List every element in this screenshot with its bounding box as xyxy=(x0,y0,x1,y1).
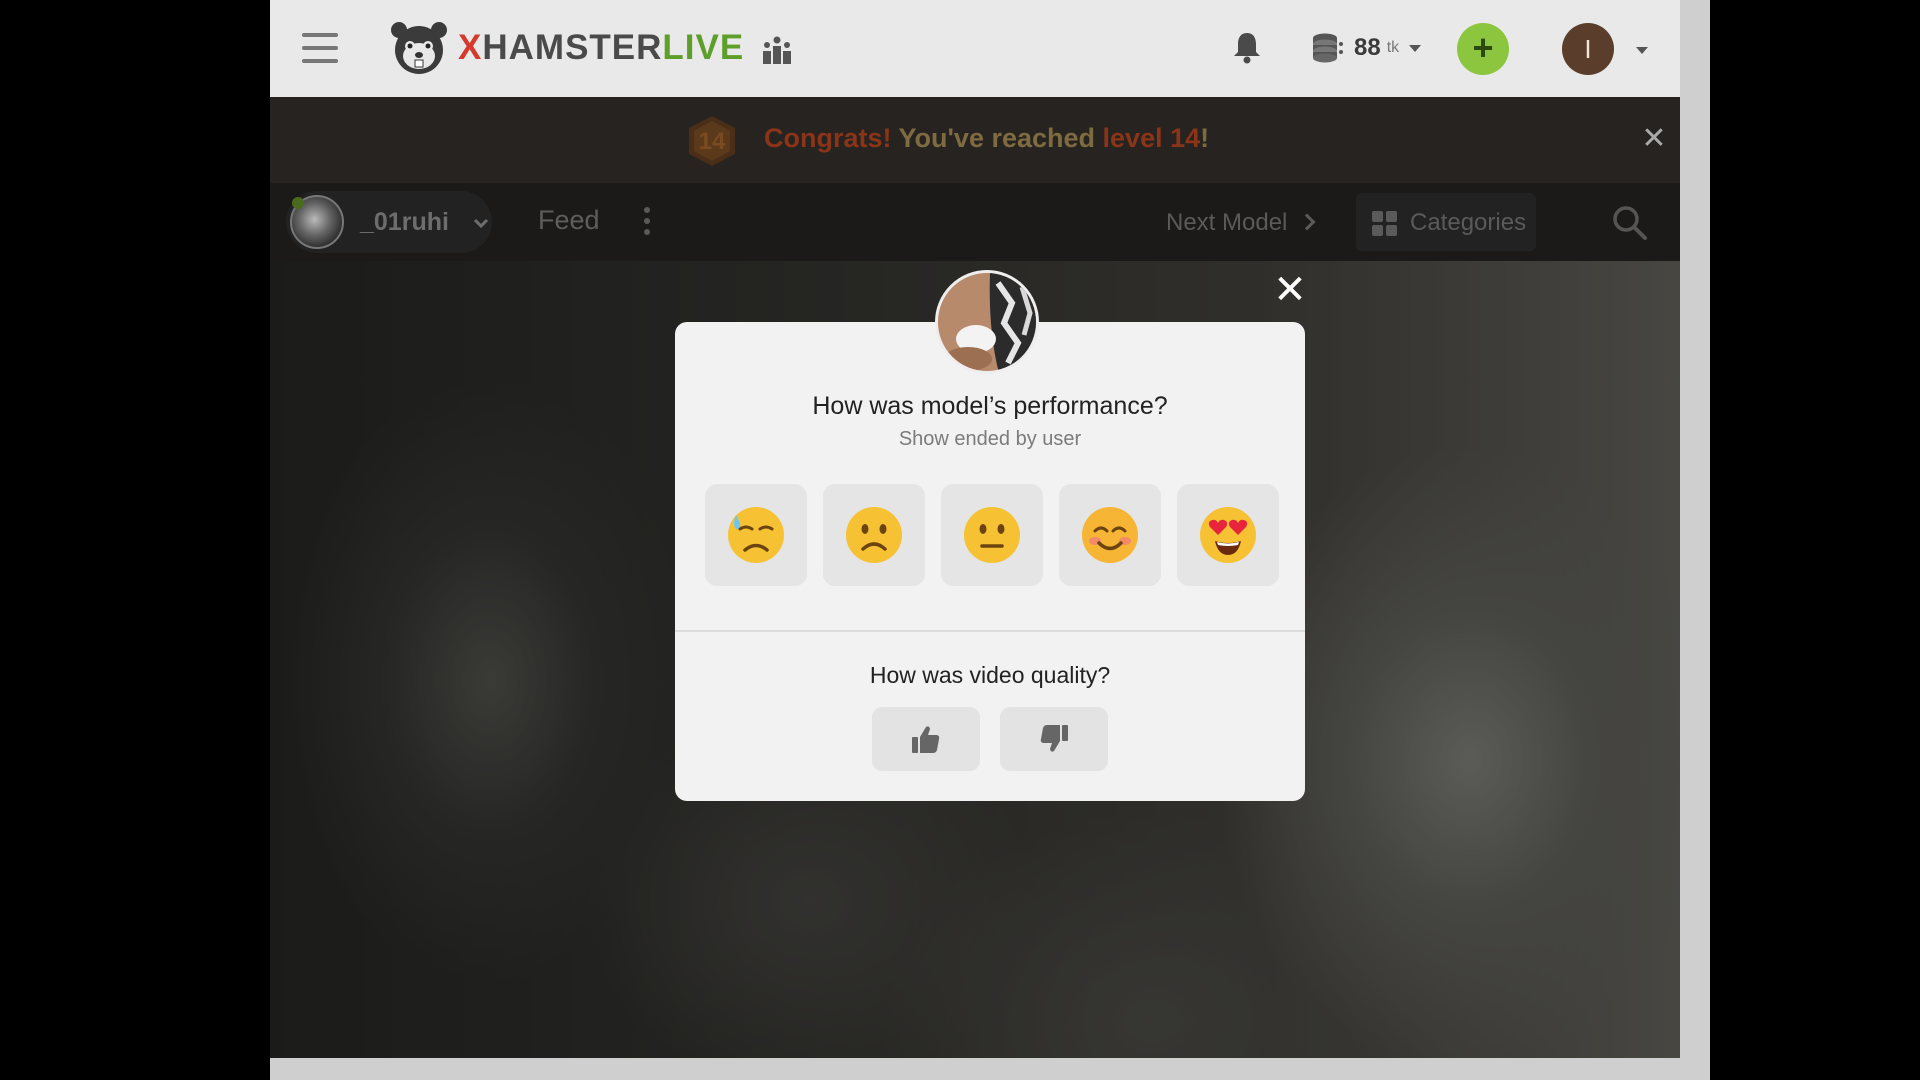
banner-text: You've reached xyxy=(891,123,1103,153)
rating-bad[interactable] xyxy=(823,484,925,586)
thumbs-down-icon xyxy=(1040,725,1068,752)
banner-close-icon[interactable]: ✕ xyxy=(1634,119,1674,159)
scrollbar-track[interactable] xyxy=(1680,0,1710,1080)
user-avatar[interactable]: I xyxy=(1562,23,1614,75)
browser-viewport: XHAMSTERLIVE 88 tk + I 14 Congrats! You'… xyxy=(270,0,1710,1080)
categories-button[interactable]: Categories xyxy=(1356,193,1536,251)
level-number: 14 xyxy=(698,128,726,155)
heart-eyes-face-icon xyxy=(1200,507,1256,563)
coins-icon xyxy=(1313,33,1343,63)
modal-close-icon[interactable]: ✕ xyxy=(1270,270,1310,310)
banner-exclaim: ! xyxy=(1200,123,1210,153)
modal-subtitle: Show ended by user xyxy=(898,428,1082,450)
model-avatar-large xyxy=(935,270,1039,374)
logo-wordmark: XHAMSTERLIVE xyxy=(458,28,745,67)
token-unit: tk xyxy=(1386,39,1400,56)
model-toolbar: _01ruhi Feed Next Model Categories xyxy=(270,183,1680,261)
more-options-icon[interactable] xyxy=(642,207,652,239)
chevron-right-icon xyxy=(1298,213,1316,231)
next-model-button[interactable]: Next Model xyxy=(1166,209,1316,237)
grid-icon xyxy=(1372,211,1398,237)
leaderboard-icon[interactable] xyxy=(762,36,792,64)
level-badge: 14 xyxy=(686,114,738,168)
chevron-down-icon[interactable] xyxy=(1636,47,1648,54)
bell-icon[interactable] xyxy=(1232,30,1262,64)
screen: XHAMSTERLIVE 88 tk + I 14 Congrats! You'… xyxy=(0,0,1920,1080)
thumbs-up-button[interactable] xyxy=(872,707,980,771)
add-tokens-button[interactable]: + xyxy=(1457,23,1509,75)
video-quality-question: How was video quality? xyxy=(869,662,1111,688)
smiling-face-icon xyxy=(1082,507,1138,563)
thumbs-down-button[interactable] xyxy=(1000,707,1108,771)
online-indicator xyxy=(292,197,304,209)
next-model-label: Next Model xyxy=(1166,209,1288,236)
chevron-down-icon xyxy=(1409,44,1422,52)
hamburger-icon[interactable] xyxy=(302,33,338,63)
rating-very-bad[interactable] xyxy=(705,484,807,586)
sad-sweat-face-icon xyxy=(728,507,784,563)
rating-good[interactable] xyxy=(1059,484,1161,586)
chevron-down-icon xyxy=(474,218,488,229)
model-selector[interactable]: _01ruhi xyxy=(286,191,492,253)
performance-rating-row xyxy=(705,484,1279,586)
slightly-frowning-face-icon xyxy=(846,507,902,563)
performance-question: How was model’s performance? xyxy=(812,392,1168,420)
modal-divider xyxy=(675,630,1305,632)
hamster-logo-icon xyxy=(391,22,447,74)
token-amount: 88 xyxy=(1354,34,1381,61)
top-navigation-bar: XHAMSTERLIVE 88 tk + I xyxy=(270,0,1680,97)
search-icon[interactable] xyxy=(1610,203,1650,243)
bottom-strip xyxy=(270,1058,1680,1080)
token-balance[interactable]: 88 tk xyxy=(1310,30,1422,66)
rating-neutral[interactable] xyxy=(941,484,1043,586)
site-logo[interactable]: XHAMSTERLIVE xyxy=(388,18,744,78)
thumbs-up-icon xyxy=(912,726,940,753)
banner-level: level 14 xyxy=(1102,123,1201,153)
categories-label: Categories xyxy=(1410,209,1527,236)
level-up-banner: 14 Congrats! You've reached level 14! ✕ xyxy=(270,97,1680,183)
banner-message: Congrats! You've reached level 14! xyxy=(764,123,1209,154)
rating-modal: How was model’s performance? Show ended … xyxy=(675,322,1305,801)
tab-feed[interactable]: Feed xyxy=(538,205,600,236)
banner-congrats: Congrats! xyxy=(764,123,892,153)
model-name: _01ruhi xyxy=(360,208,449,236)
neutral-face-icon xyxy=(964,507,1020,563)
rating-great[interactable] xyxy=(1177,484,1279,586)
